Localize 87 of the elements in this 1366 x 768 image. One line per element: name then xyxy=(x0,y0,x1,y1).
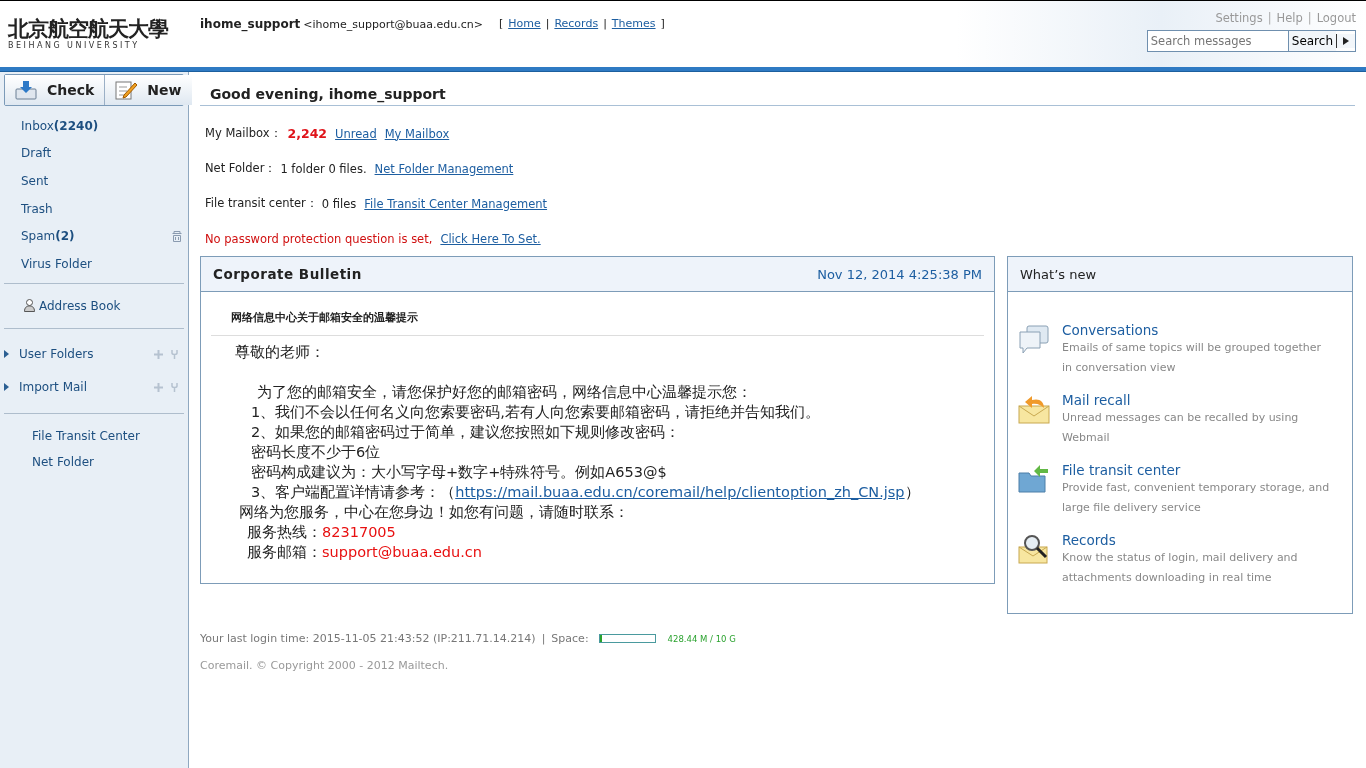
feature-title[interactable]: Mail recall xyxy=(1062,392,1131,408)
summary-link[interactable]: My Mailbox xyxy=(384,126,450,141)
plus-icon[interactable] xyxy=(154,349,163,359)
feature-title[interactable]: Records xyxy=(1062,532,1116,548)
summary-value: 0 files xyxy=(321,196,357,211)
nav-link[interactable]: Themes xyxy=(611,17,656,30)
pencil-note-icon xyxy=(115,80,138,100)
bracket: [ xyxy=(498,17,504,30)
contact-label: 服务邮箱： xyxy=(247,544,322,560)
speech-bubbles-icon xyxy=(1018,324,1050,356)
panel-title: What’s new xyxy=(1020,266,1097,282)
triangle-icon xyxy=(1343,37,1349,45)
folder-item[interactable]: Spam(2) xyxy=(21,229,75,244)
envelope-magnifier-icon xyxy=(1018,534,1050,564)
bulletin-text: 3、客户端配置详情请参考：（ xyxy=(251,484,456,500)
contact-value: support@buaa.edu.cn xyxy=(322,544,483,560)
separator: | xyxy=(541,632,546,645)
feature-title[interactable]: Conversations xyxy=(1062,322,1159,338)
bulletin-text: 1、我们不会以任何名义向您索要密码,若有人向您索要邮箱密码，请拒绝并告知我们。 xyxy=(251,404,820,420)
user-email: <ihome_support@buaa.edu.cn> xyxy=(303,18,483,31)
toolbar-button[interactable]: New xyxy=(105,75,192,105)
bulletin-subject: 网络信息中心关于邮箱安全的温馨提示 xyxy=(211,292,984,336)
nav-link[interactable]: Home xyxy=(508,17,541,30)
copyright-text: Coremail. © Copyright 2000 - 2012 Mailtech. xyxy=(200,659,450,672)
help-link[interactable]: https://mail.buaa.edu.cn/coremail/help/clientoption_zh_CN.jsp xyxy=(455,484,905,500)
bulletin-text: 网络为您服务，中心在您身边！如您有问题，请随时联系： xyxy=(239,504,629,520)
address-book-link[interactable]: Address Book xyxy=(39,298,121,313)
bulletin-text: 为了您的邮箱安全，请您保护好您的邮箱密码，网络信息中心温馨提示您： xyxy=(257,384,752,400)
bracket: ] xyxy=(660,17,665,30)
toolbar-button[interactable]: Check xyxy=(5,75,106,105)
fork-icon[interactable] xyxy=(171,382,178,392)
feature-description: Provide fast, convenient temporary storage, and large file delivery service xyxy=(1062,480,1331,516)
bulletin-text: 尊敬的老师： xyxy=(235,344,325,360)
user-name: ihome_support xyxy=(200,17,301,31)
fork-icon[interactable] xyxy=(171,349,178,359)
inbox-download-icon xyxy=(15,80,37,100)
nav-link[interactable]: Records xyxy=(554,17,599,30)
panel-title: Corporate Bulletin xyxy=(213,266,362,282)
storage-reading: 428.44 M / 10 G xyxy=(667,633,736,644)
separator: | xyxy=(1307,11,1312,25)
feature-description: Unread messages can be recalled by using Webmail xyxy=(1062,410,1300,446)
feature-title[interactable]: File transit center xyxy=(1062,462,1181,478)
folder-item[interactable]: Draft xyxy=(21,146,52,161)
trash-icon[interactable] xyxy=(172,230,182,242)
summary-value: 1 folder 0 files. xyxy=(280,161,367,176)
bulletin-text: 密码长度不少于6位 xyxy=(251,444,381,460)
folder-item[interactable]: Inbox(2240) xyxy=(21,118,99,133)
folder-item[interactable]: Virus Folder xyxy=(21,256,92,271)
caret-right-icon[interactable] xyxy=(4,350,10,359)
warning-text: No password protection question is set, xyxy=(205,231,433,246)
space-label: Space: xyxy=(551,632,589,645)
sidebar-link[interactable]: Net Folder xyxy=(32,454,188,469)
bulletin-text: 密码构成建议为：大小写字母+数字+特殊符号。例如A653@$ xyxy=(251,464,667,480)
greeting-heading: Good evening, ihome_support xyxy=(200,86,1355,106)
summary-link[interactable]: Net Folder Management xyxy=(374,161,514,176)
folder-group[interactable]: Import Mail xyxy=(19,380,87,395)
person-icon xyxy=(24,299,35,313)
separator: | xyxy=(603,17,607,30)
separator: | xyxy=(545,17,550,30)
summary-label: My Mailbox： xyxy=(205,126,282,141)
folder-arrow-icon xyxy=(1018,464,1050,494)
plus-icon[interactable] xyxy=(154,382,163,392)
search-button[interactable]: Search xyxy=(1288,31,1336,51)
sidebar-link[interactable]: File Transit Center xyxy=(32,428,188,443)
separator: | xyxy=(1267,11,1272,25)
summary-label: Net Folder： xyxy=(205,161,277,176)
search-field[interactable]: Search messages xyxy=(1147,31,1289,51)
last-login-text: Your last login time: 2015-11-05 21:43:52 (IP:211.71.14.214) xyxy=(200,632,536,645)
feature-description: Know the status of login, mail delivery and attachments downloading in real time xyxy=(1062,550,1299,586)
contact-value: 82317005 xyxy=(322,524,396,540)
folder-item[interactable]: Trash xyxy=(21,201,53,216)
folder-item[interactable]: Sent xyxy=(21,174,49,188)
unread-count: 2,242 xyxy=(287,126,328,141)
search-options-button[interactable] xyxy=(1336,34,1355,48)
bulletin-date: Nov 12, 2014 4:25:38 PM xyxy=(817,266,982,282)
set-question-link[interactable]: Click Here To Set. xyxy=(440,231,541,246)
envelope-arrow-icon xyxy=(1018,394,1050,424)
caret-right-icon[interactable] xyxy=(4,383,10,392)
university-logo: 北京航空航天大學 BEIHANG UNIVERSITY xyxy=(8,17,170,51)
summary-label: File transit center： xyxy=(205,196,318,211)
bulletin-text: ） xyxy=(904,484,920,500)
summary-link[interactable]: File Transit Center Management xyxy=(364,196,548,211)
feature-description: Emails of same topics will be grouped together in conversation view xyxy=(1062,340,1323,376)
summary-link[interactable]: Unread xyxy=(335,126,377,141)
bulletin-text: 2、如果您的邮箱密码过于简单，建议您按照如下规则修改密码： xyxy=(251,424,681,440)
contact-label: 服务热线： xyxy=(247,524,322,540)
folder-group[interactable]: User Folders xyxy=(19,347,94,362)
